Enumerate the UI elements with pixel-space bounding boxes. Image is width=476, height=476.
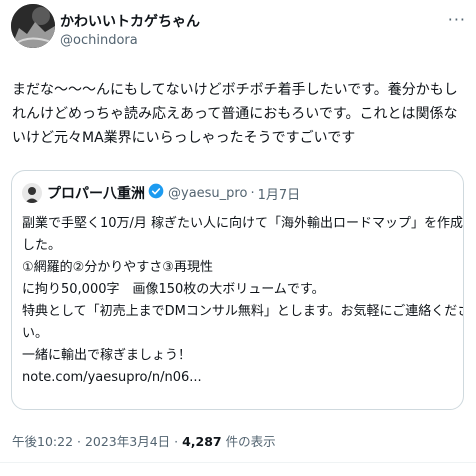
divider bbox=[0, 462, 476, 463]
tweet-text: まだな～～～んにもしてないけどボチボチ着手したいです。養分かもしれんけどめっちゃ… bbox=[12, 82, 458, 146]
more-icon: ··· bbox=[447, 10, 466, 29]
quoted-author-name: プロパー八重洲 bbox=[47, 186, 145, 202]
quoted-tweet-body: 副業で手堅く10万/月 稼ぎたい人に向けて「海外輸出ロードマップ」を作成しま し… bbox=[22, 213, 464, 389]
tweet-time[interactable]: 午後10:22 bbox=[12, 434, 73, 449]
quoted-line: 特典として「初売上までDMコンサル無料」とします。お気軽にご連絡くださ bbox=[22, 304, 464, 319]
quoted-line: 副業で手堅く10万/月 稼ぎたい人に向けて「海外輸出ロードマップ」を作成しま bbox=[22, 216, 464, 231]
views-label: 件の表示 bbox=[221, 434, 276, 449]
quoted-line: に拘り50,000字 画像150枚の大ボリュームです。 bbox=[22, 282, 325, 297]
verified-icon bbox=[145, 183, 168, 203]
tweet-date[interactable]: 2023年3月4日 bbox=[85, 434, 170, 449]
views-count: 4,287 bbox=[182, 434, 222, 449]
quoted-line: い。 bbox=[22, 326, 49, 341]
meta-separator: · bbox=[170, 434, 183, 449]
quoted-author-avatar bbox=[22, 183, 42, 203]
quoted-date: 1月7日 bbox=[257, 187, 301, 203]
quoted-line: ①網羅的②分かりやすさ③再現性 bbox=[22, 260, 213, 275]
quoted-link[interactable]: note.com/yaesupro/n/n06... bbox=[22, 367, 454, 389]
quoted-line: 一緒に輸出で稼ぎましょう！ bbox=[22, 348, 192, 363]
quoted-line: した。 bbox=[22, 238, 62, 253]
quoted-author-handle: @yaesu_pro bbox=[168, 185, 248, 201]
quoted-tweet-header: プロパー八重洲 @yaesu_pro · 1月7日 bbox=[22, 183, 300, 203]
author-avatar[interactable] bbox=[11, 4, 55, 48]
more-options-button[interactable]: ··· bbox=[448, 10, 466, 29]
quoted-tweet[interactable]: プロパー八重洲 @yaesu_pro · 1月7日 副業で手堅く10万/月 稼ぎ… bbox=[11, 170, 464, 410]
tweet-meta: 午後10:22 · 2023年3月4日 · 4,287 件の表示 bbox=[12, 431, 276, 450]
author-display-name[interactable]: かわいいトカゲちゃん bbox=[60, 11, 200, 31]
meta-separator: · bbox=[73, 434, 85, 449]
quoted-separator: · bbox=[250, 185, 255, 201]
author-handle[interactable]: @ochindora bbox=[60, 33, 138, 48]
